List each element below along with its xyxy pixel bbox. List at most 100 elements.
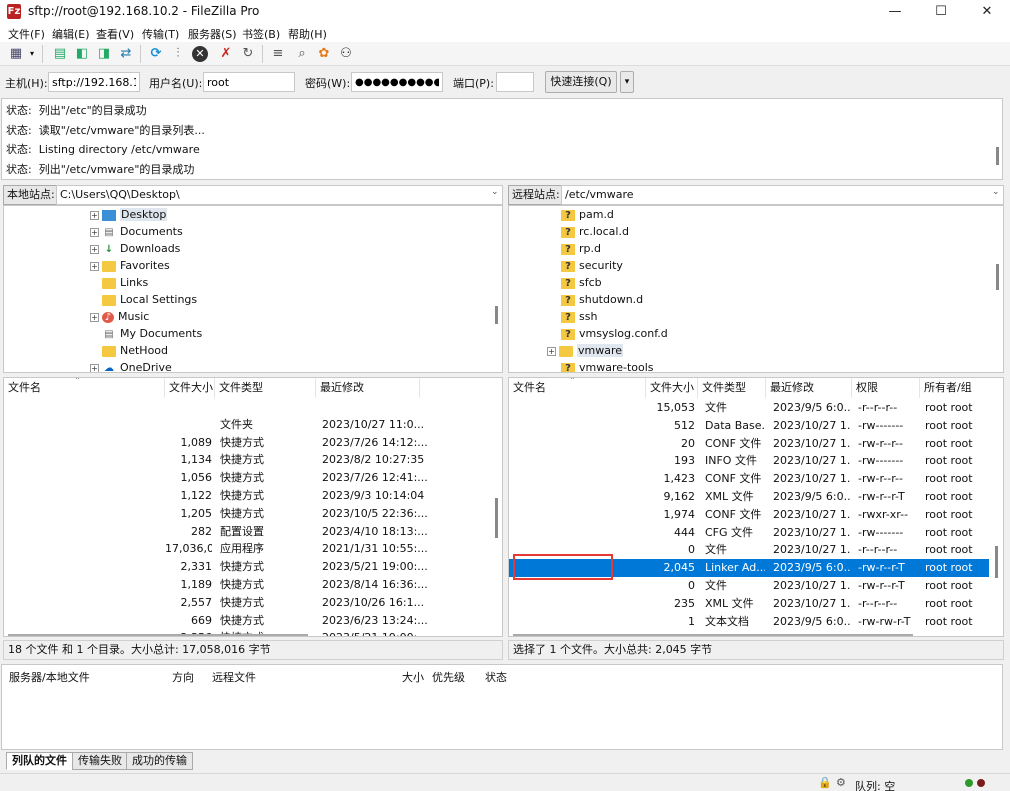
synchronized-browsing-icon[interactable]: ⌕ — [292, 44, 312, 64]
remote-col-modified[interactable]: 最近修改 — [766, 378, 852, 398]
refresh-icon[interactable]: ⟳ — [146, 44, 166, 64]
remote-file-row[interactable]: hostparam.conf1,974CONF 文件2023/10/27 1..… — [509, 506, 989, 524]
toggle-remote-tree-icon[interactable]: ◨ — [94, 44, 114, 64]
local-file-row[interactable]: PsAdobe Photoshop 202...1,056快捷方式2023/7/… — [4, 469, 494, 487]
remote-tree-item[interactable]: ? vmware-tools — [561, 359, 654, 372]
remote-file-row[interactable]: hbrsrv.xml9,162XML 文件2023/9/5 6:0...-rw-… — [509, 488, 989, 506]
tab-queued-files[interactable]: 列队的文件 — [6, 752, 73, 770]
remote-file-row[interactable]: snmp.xml235XML 文件2023/10/27 1...-r--r--r… — [509, 595, 989, 613]
remote-file-row[interactable]: settings0文件2023/10/27 1...-rw-r--r-Troot… — [509, 577, 989, 595]
tab-failed-transfers[interactable]: 传输失败 — [72, 752, 128, 770]
local-file-row[interactable]: IInternet Download Ma...669快捷方式2023/6/23… — [4, 612, 494, 630]
toggle-queue-icon[interactable]: ⇄ — [116, 44, 136, 64]
menu-help[interactable]: 帮助(H) — [288, 25, 327, 42]
cancel-operation-icon[interactable]: ✕ — [192, 46, 208, 62]
remote-col-type[interactable]: 文件类型 — [698, 378, 766, 398]
local-file-row[interactable]: VDownloaderPro 7.9.0 ...17,036,044应用程序20… — [4, 540, 494, 558]
menu-server[interactable]: 服务器(S) — [188, 25, 237, 42]
remote-file-row[interactable]: dvsdata.db512Data Base...2023/10/27 1...… — [509, 417, 989, 435]
queue-col-status[interactable]: 状态 — [485, 669, 507, 685]
local-col-modified[interactable]: 最近修改 — [316, 378, 420, 398]
local-file-row[interactable]: inidesktop.ini282配置设置2023/4/10 18:13:... — [4, 523, 494, 541]
queue-col-direction[interactable]: 方向 — [172, 669, 194, 685]
local-file-row[interactable]: MeAdobe Media Encoder ...1,134快捷方式2023/8… — [4, 451, 494, 469]
local-tree-item[interactable]: NetHood — [90, 342, 168, 359]
remote-file-row[interactable]: encryption.info193INFO 文件2023/10/27 1...… — [509, 452, 989, 470]
menu-file[interactable]: 文件(F) — [8, 25, 45, 42]
local-file-row[interactable]: XExcel.lnk2,331快捷方式2023/5/21 19:00:... — [4, 558, 494, 576]
local-tree-item[interactable]: ▤ My Documents — [90, 325, 202, 342]
site-manager-icon[interactable]: ▦ — [6, 44, 26, 64]
remote-file-row-selected[interactable]: passthru.map2,045Linker Ad...2023/9/5 6:… — [509, 559, 989, 577]
toggle-local-tree-icon[interactable]: ◧ — [72, 44, 92, 64]
toggle-log-icon[interactable]: ▤ — [50, 44, 70, 64]
remote-col-size[interactable]: 文件大小 — [646, 378, 698, 398]
local-file-row[interactable]: ESXI文件夹2023/10/27 11:0... — [4, 416, 494, 434]
host-input[interactable] — [48, 72, 140, 92]
local-path-input[interactable]: C:\Users\QQ\Desktop\ — [56, 185, 503, 205]
tab-successful-transfers[interactable]: 成功的传输 — [126, 752, 193, 770]
queue-col-size[interactable]: 大小 — [402, 669, 424, 685]
directory-compare-icon[interactable]: ✿ — [314, 44, 334, 64]
local-path-dropdown-icon[interactable]: ⌄ — [491, 187, 499, 197]
remote-tree-item[interactable]: ? shutdown.d — [561, 291, 643, 308]
local-file-row[interactable]: LrcAdobe Lightroom Class...1,089快捷方式2023… — [4, 434, 494, 452]
port-input[interactable] — [496, 72, 534, 92]
remote-file-row[interactable]: logfilters0文件2023/10/27 1...-r--r--r--ro… — [509, 541, 989, 559]
remote-tree-item[interactable]: ? security — [561, 257, 623, 274]
local-col-name[interactable]: 文件名 — [4, 378, 165, 398]
menu-view[interactable]: 查看(V) — [96, 25, 134, 42]
log-scrollbar[interactable] — [996, 147, 999, 165]
remote-file-row[interactable]: esx.conf1,423CONF 文件2023/10/27 1...-rw-r… — [509, 470, 989, 488]
remote-col-owner[interactable]: 所有者/组 — [920, 378, 1003, 398]
remote-file-row[interactable]: defaultconfigrules15,053文件2023/9/5 6:0..… — [509, 399, 989, 417]
remote-file-row[interactable]: license.cfg444CFG 文件2023/10/27 1...-rw--… — [509, 524, 989, 542]
menu-bookmarks[interactable]: 书签(B) — [242, 25, 280, 42]
queue-col-server-local[interactable]: 服务器/本地文件 — [9, 669, 90, 685]
remote-tree-item[interactable]: ? vmsyslog.conf.d — [561, 325, 668, 342]
quickconnect-button[interactable]: 快速连接(Q) — [545, 71, 617, 93]
local-file-row[interactable]: GGoogle Chrome.lnk2,557快捷方式2023/10/26 16… — [4, 594, 494, 612]
queue-col-remote[interactable]: 远程文件 — [212, 669, 256, 685]
queue-col-priority[interactable]: 优先级 — [432, 669, 465, 685]
local-file-row[interactable]: .. — [4, 398, 494, 416]
local-col-size[interactable]: 文件大小 — [165, 378, 215, 398]
remote-path-input[interactable]: /etc/vmware — [561, 185, 1004, 205]
local-tree-item[interactable]: Links — [90, 274, 148, 291]
reconnect-icon[interactable]: ↻ — [238, 44, 258, 64]
local-tree-item[interactable]: + Favorites — [90, 257, 170, 274]
remote-tree-item[interactable]: ? rp.d — [561, 240, 601, 257]
menu-transfer[interactable]: 传输(T) — [142, 25, 179, 42]
remote-path-dropdown-icon[interactable]: ⌄ — [992, 187, 1000, 197]
local-tree-item[interactable]: + ↓ Downloads — [90, 240, 180, 257]
local-tree-item[interactable]: Local Settings — [90, 291, 197, 308]
search-remote-files-icon[interactable]: ⚇ — [336, 44, 356, 64]
menu-edit[interactable]: 编辑(E) — [52, 25, 90, 42]
remote-tree-item[interactable]: ? pam.d — [561, 206, 614, 223]
remote-col-name[interactable]: 文件名 — [509, 378, 646, 398]
disconnect-icon[interactable]: ✗ — [216, 44, 236, 64]
remote-tree-scrollbar[interactable] — [996, 264, 999, 290]
remote-tree-item[interactable]: ? rc.local.d — [561, 223, 629, 240]
site-manager-dropdown-icon[interactable]: ▾ — [26, 44, 38, 64]
password-input[interactable] — [351, 72, 443, 92]
remote-file-row[interactable]: dvxspecs.conf20CONF 文件2023/10/27 1...-rw… — [509, 435, 989, 453]
directory-filter-icon[interactable]: ≡ — [268, 44, 288, 64]
local-tree-item[interactable]: + ♪ Music — [90, 308, 149, 325]
local-tree-item[interactable]: + Desktop — [90, 206, 168, 223]
remote-tree-item[interactable]: ? sfcb — [561, 274, 602, 291]
remote-list-hscrollbar[interactable] — [513, 634, 913, 636]
close-button[interactable]: ✕ — [964, 0, 1010, 24]
local-tree-scrollbar[interactable] — [495, 306, 498, 324]
local-file-row[interactable]: CCRTubeGet.exe - 快捷方...1,205快捷方式2023/10/… — [4, 505, 494, 523]
minimize-button[interactable]: — — [872, 0, 918, 24]
username-input[interactable] — [203, 72, 295, 92]
quickconnect-history-dropdown[interactable]: ▾ — [620, 71, 634, 93]
remote-tree-item[interactable]: + vmware — [547, 342, 624, 359]
local-list-scrollbar[interactable] — [495, 498, 498, 538]
process-queue-icon[interactable]: ⫶ — [168, 44, 188, 64]
local-list-hscrollbar[interactable] — [8, 634, 308, 636]
remote-list-scrollbar[interactable] — [995, 546, 998, 578]
remote-col-permissions[interactable]: 权限 — [852, 378, 920, 398]
local-tree-item[interactable]: + ▤ Documents — [90, 223, 183, 240]
